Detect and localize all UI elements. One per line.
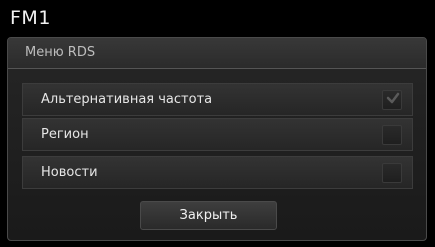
option-label-region: Регион	[41, 127, 89, 142]
dialog-header: Меню RDS	[8, 38, 426, 69]
checkbox-region[interactable]	[382, 125, 402, 145]
radio-screen: FM1 Меню RDS Альтернативная частота Реги…	[0, 0, 435, 247]
option-row-alternative-frequency[interactable]: Альтернативная частота	[22, 83, 413, 116]
checkbox-news[interactable]	[382, 163, 402, 183]
option-row-news[interactable]: Новости	[22, 156, 413, 189]
rds-menu-dialog: Меню RDS Альтернативная частота Регион Н…	[7, 37, 427, 241]
close-button[interactable]: Закрыть	[140, 201, 277, 230]
app-title: FM1	[10, 7, 51, 29]
option-label-news: Новости	[41, 165, 98, 180]
dialog-title: Меню RDS	[25, 45, 96, 60]
checkbox-alternative-frequency[interactable]	[382, 90, 402, 110]
option-label-alternative-frequency: Альтернативная частота	[41, 92, 213, 107]
check-icon	[386, 92, 400, 104]
option-row-region[interactable]: Регион	[22, 118, 413, 151]
